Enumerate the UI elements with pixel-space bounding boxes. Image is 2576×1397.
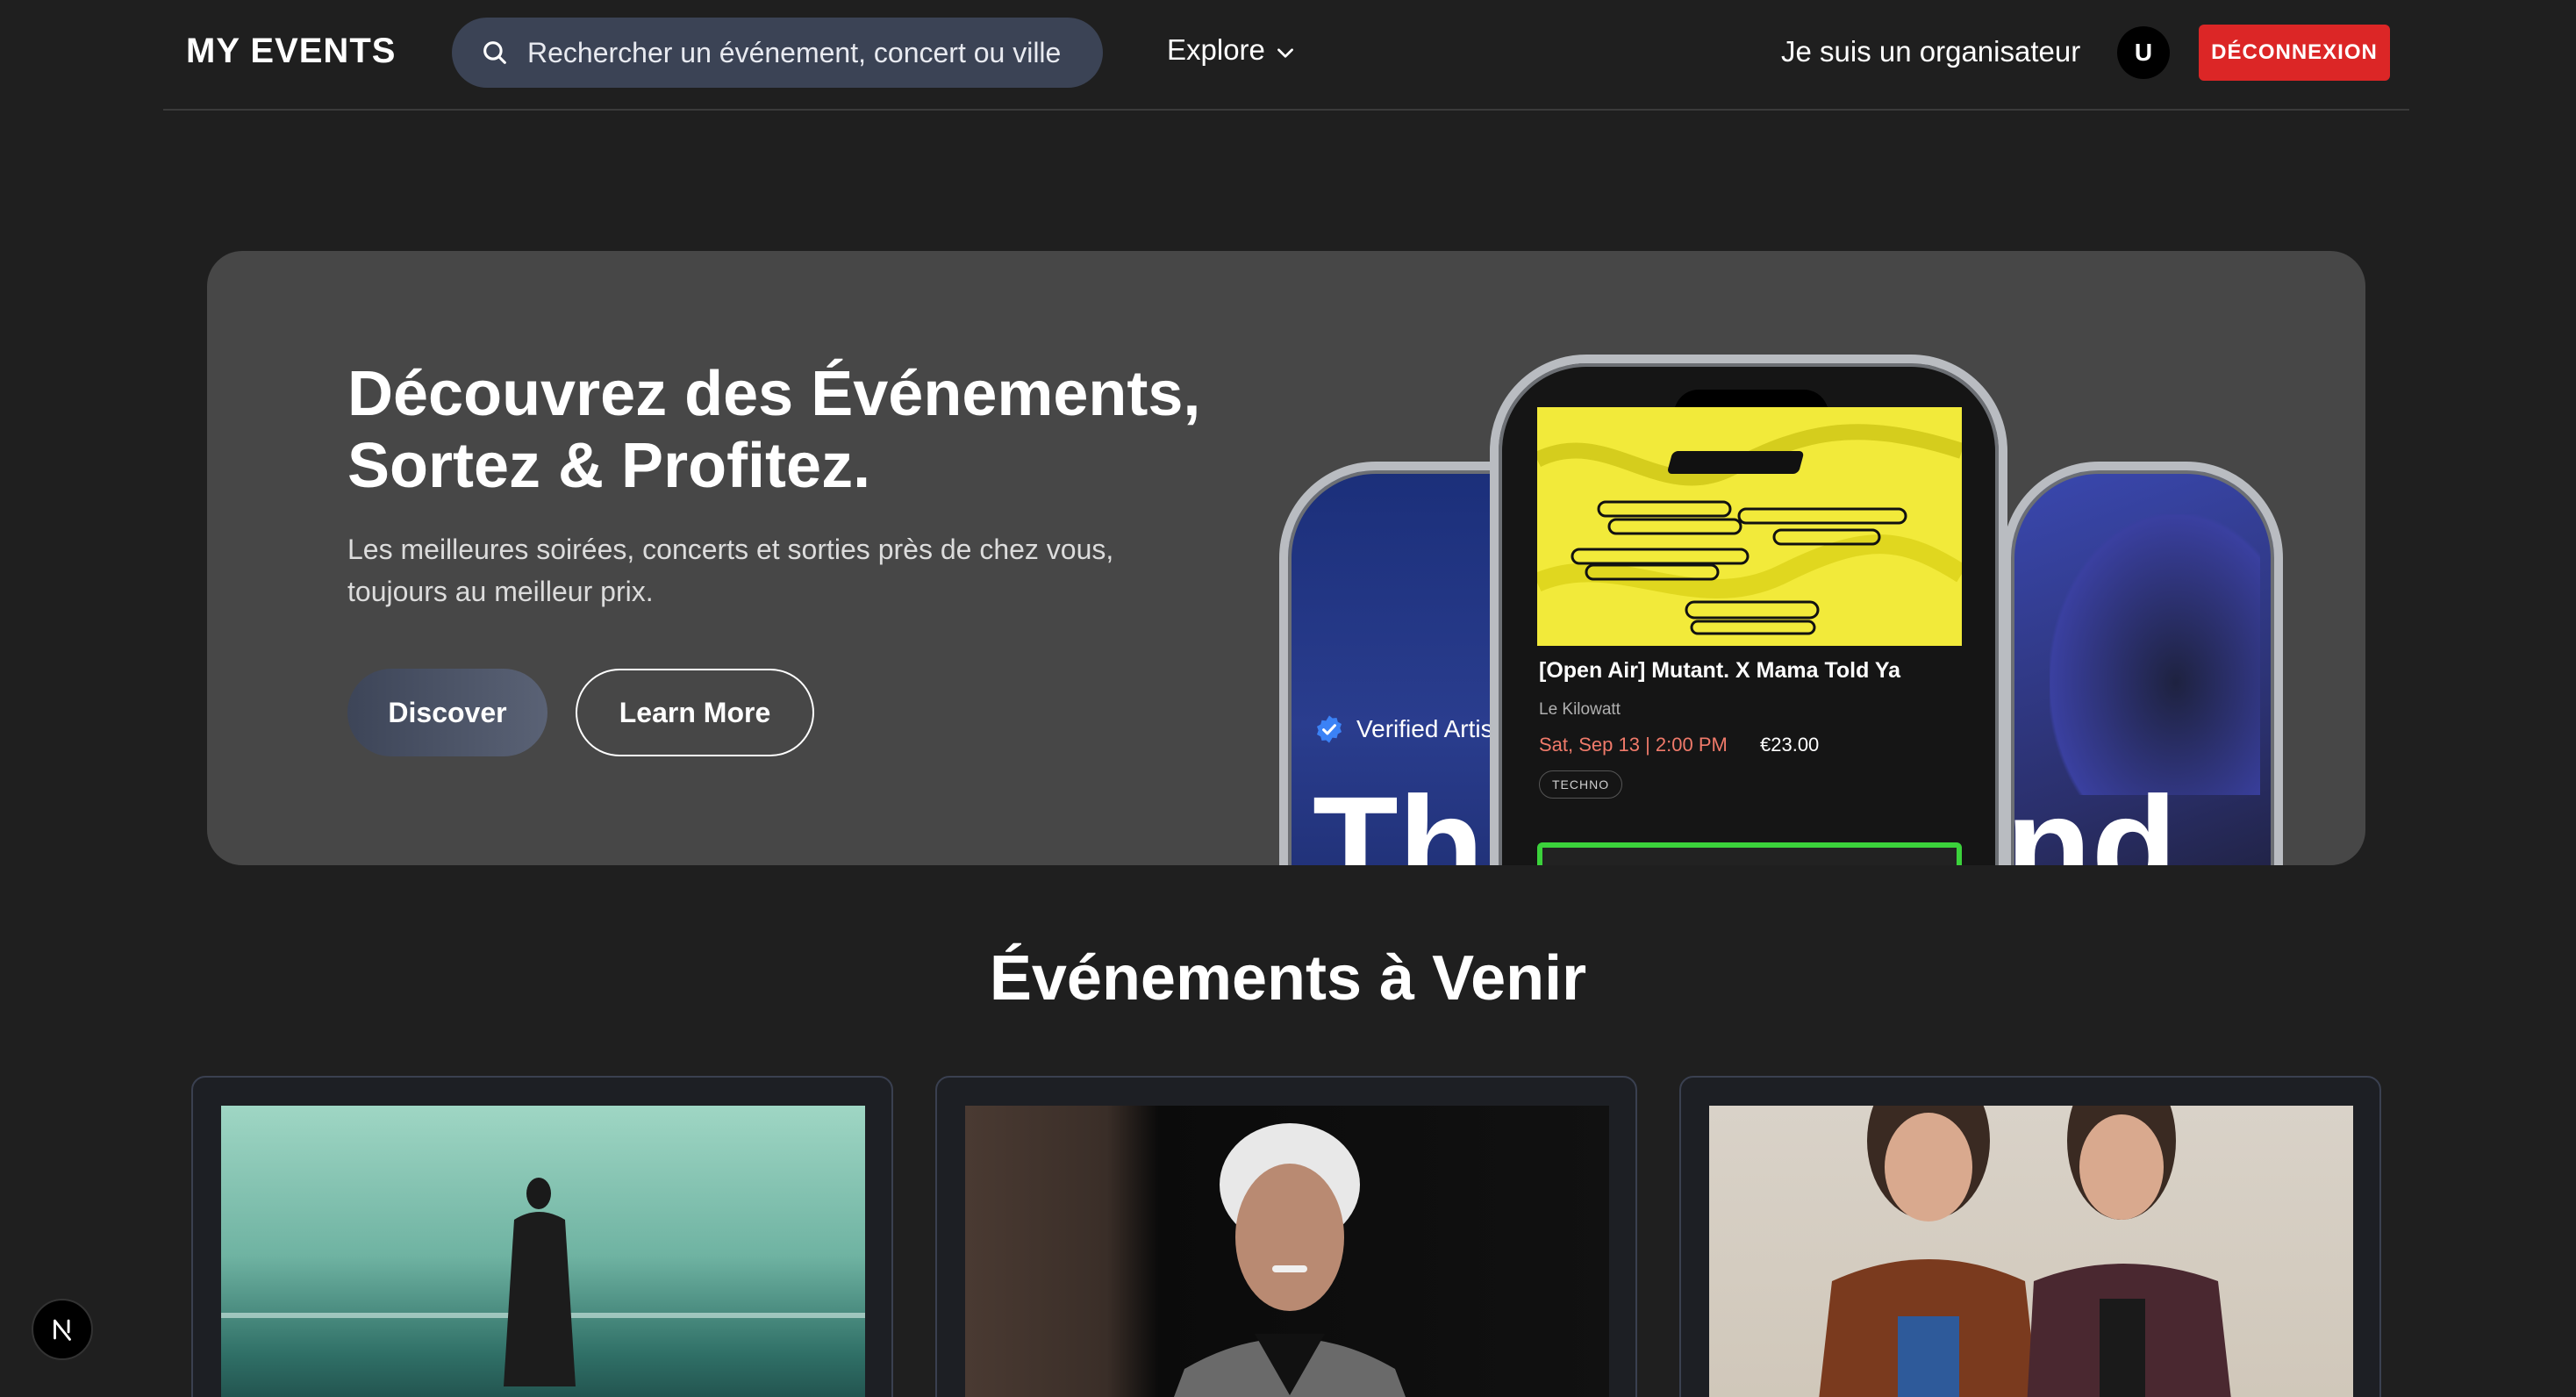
hero-title-line2: Sortez & Profitez. (347, 431, 871, 501)
event-card[interactable] (935, 1076, 1637, 1397)
event-card-image (965, 1106, 1609, 1397)
hero-banner: Découvrez des Événements, Sortez & Profi… (207, 251, 2365, 865)
artist-photo-right (2050, 514, 2260, 795)
event-title: [Open Air] Mutant. X Mama Told Ya (1539, 658, 1901, 683)
explore-dropdown[interactable]: Explore (1167, 33, 1297, 67)
nextjs-icon (54, 1319, 71, 1341)
top-nav: MY EVENTS Rechercher un événement, conce… (163, 0, 2409, 111)
hero-title: Découvrez des Événements, Sortez & Profi… (347, 358, 1313, 502)
verified-text: Verified Artis (1356, 715, 1493, 742)
event-price: €23.00 (1760, 734, 1820, 756)
event-genre-tag: TECHNO (1539, 770, 1623, 799)
performer-silhouette (221, 1178, 865, 1386)
hero-subtitle: Les meilleures soirées, concerts et sort… (347, 528, 1190, 613)
discover-button[interactable]: Discover (347, 669, 547, 756)
avatar[interactable]: U (2117, 26, 2170, 79)
event-venue: Le Kilowatt (1539, 700, 1621, 719)
event-poster-image (1537, 407, 1962, 646)
verified-badge-icon (1316, 715, 1342, 743)
event-card[interactable] (191, 1076, 893, 1397)
logo[interactable]: MY EVENTS (186, 32, 396, 71)
poster-artwork (1537, 407, 1962, 646)
chevron-down-icon (1277, 48, 1293, 58)
event-card-image (221, 1106, 865, 1397)
logout-button[interactable]: DÉCONNEXION (2199, 25, 2390, 81)
upcoming-events-title: Événements à Venir (989, 943, 1587, 1014)
event-date: Sat, Sep 13 | 2:00 PM (1539, 734, 1728, 756)
event-card-image (1709, 1106, 2353, 1397)
search-bar[interactable]: Rechercher un événement, concert ou vill… (452, 18, 1103, 88)
event-card[interactable] (1679, 1076, 2381, 1397)
learn-more-button[interactable]: Learn More (576, 669, 814, 756)
search-icon (483, 41, 506, 64)
phone-right-big-text: nd (2006, 776, 2178, 865)
nextjs-dev-badge[interactable] (32, 1299, 93, 1360)
hero-title-line1: Découvrez des Événements, (347, 359, 1201, 429)
explore-label: Explore (1167, 33, 1265, 66)
duo-photo (1819, 1106, 2231, 1397)
ticket-strip (1537, 842, 1962, 865)
hero-subtitle-line1: Les meilleures soirées, concerts et sort… (347, 534, 1114, 565)
organizer-link[interactable]: Je suis un organisateur (1781, 35, 2080, 68)
hero-subtitle-line2: toujours au meilleur prix. (347, 576, 654, 607)
search-placeholder: Rechercher un événement, concert ou vill… (527, 36, 1062, 68)
portrait-photo (1174, 1123, 1406, 1397)
